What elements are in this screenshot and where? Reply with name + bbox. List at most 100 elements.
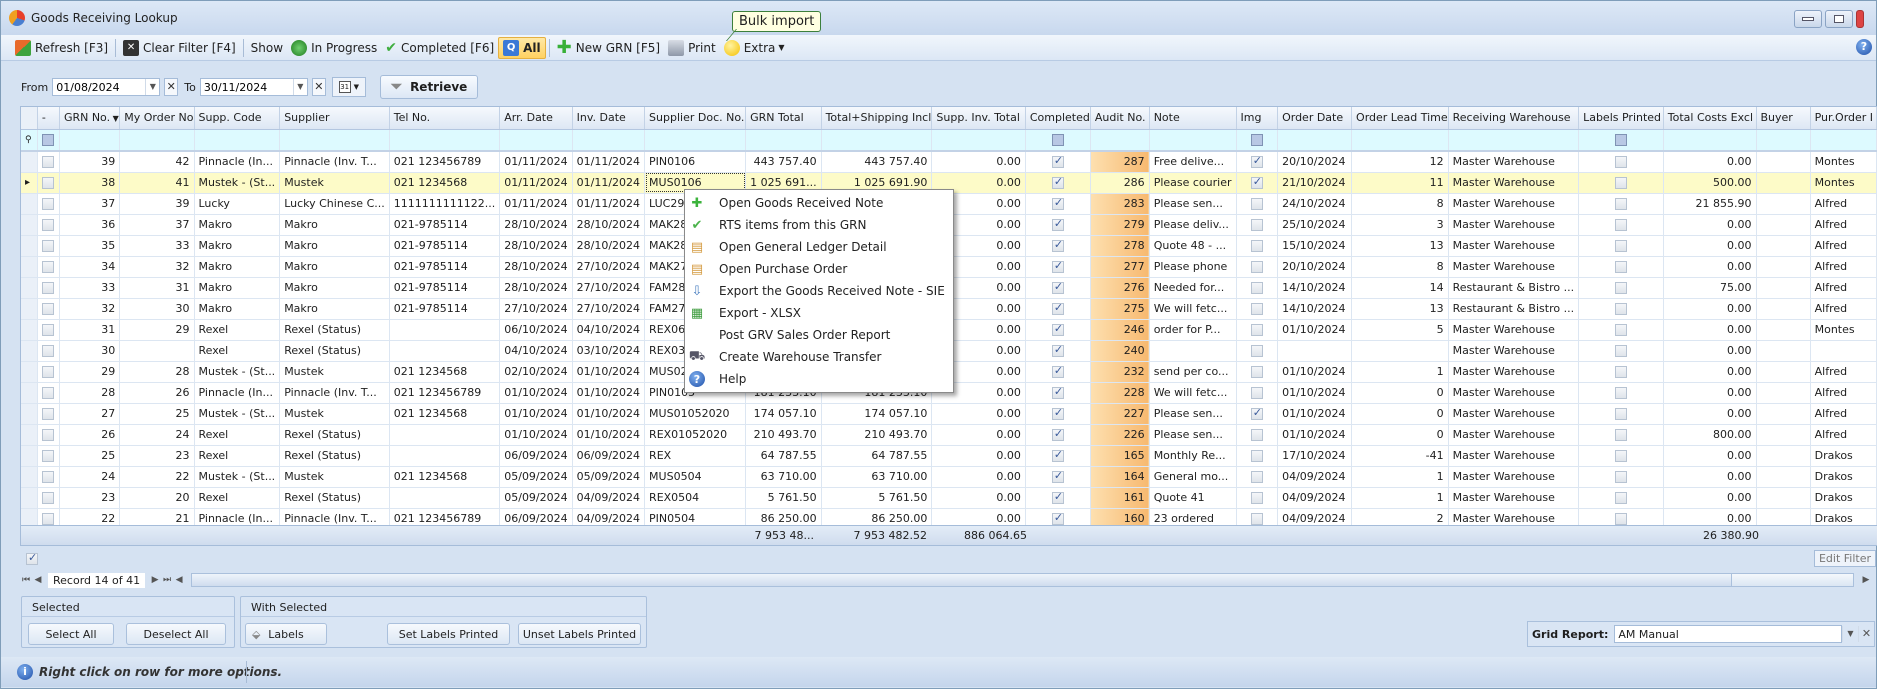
img-checkbox[interactable] xyxy=(1250,471,1263,483)
cell-img[interactable] xyxy=(1236,319,1279,341)
cell-grn[interactable]: 29 xyxy=(59,361,121,383)
cell-buyer[interactable] xyxy=(1756,298,1811,320)
row-select-checkbox[interactable] xyxy=(42,261,55,273)
row-select-checkbox[interactable] xyxy=(42,387,55,399)
cell-note[interactable]: Please sen... xyxy=(1149,403,1237,425)
filter-cell[interactable] xyxy=(499,129,573,152)
from-date-field[interactable]: ▼ xyxy=(52,78,161,96)
cell-arr[interactable]: 06/10/2024 xyxy=(499,319,573,341)
cell-arr[interactable]: 28/10/2024 xyxy=(499,277,573,299)
filter-checkbox[interactable] xyxy=(42,134,55,147)
cell-grn[interactable]: 35 xyxy=(59,235,121,257)
cell-completed[interactable] xyxy=(1025,382,1091,404)
cell-supp_inv[interactable]: 0.00 xyxy=(931,487,1026,509)
cell-tel[interactable] xyxy=(389,445,501,467)
filter-cell[interactable] xyxy=(1149,129,1237,152)
cell-supp_inv[interactable]: 0.00 xyxy=(931,424,1026,446)
cell-audit[interactable]: 278 xyxy=(1090,235,1150,257)
cell-lead[interactable]: 0 xyxy=(1351,382,1449,404)
minimize-button[interactable] xyxy=(1794,10,1822,28)
cell-note[interactable]: send per co... xyxy=(1149,361,1237,383)
cell-labels[interactable] xyxy=(1578,193,1664,215)
maximize-button[interactable] xyxy=(1825,10,1853,28)
cell-completed[interactable] xyxy=(1025,487,1091,509)
cell-img[interactable] xyxy=(1236,403,1279,425)
cell-total[interactable]: 443 757.40 xyxy=(745,151,822,173)
cell-order[interactable]: 28 xyxy=(119,361,195,383)
cell-lead[interactable] xyxy=(1351,340,1449,362)
cell-wh[interactable]: Master Warehouse xyxy=(1448,319,1580,341)
filter-cell[interactable] xyxy=(59,129,121,152)
cell-grn[interactable]: 28 xyxy=(59,382,121,404)
cell-po[interactable]: Alfred xyxy=(1810,277,1877,299)
cell-note[interactable]: Free delive... xyxy=(1149,151,1237,173)
filter-cell[interactable] xyxy=(1578,129,1664,152)
cell-wh[interactable]: Master Warehouse xyxy=(1448,256,1580,278)
cell-note[interactable]: Quote 41 xyxy=(1149,487,1237,509)
labels-checkbox[interactable] xyxy=(1614,303,1627,315)
filter-checkbox[interactable] xyxy=(1250,134,1263,147)
cell-po[interactable]: Drakos xyxy=(1810,445,1877,467)
cell-inv[interactable]: 28/10/2024 xyxy=(572,235,646,257)
labels-checkbox[interactable] xyxy=(1614,408,1627,420)
first-record-icon[interactable]: ⏮ xyxy=(20,575,32,585)
cell-order[interactable]: 30 xyxy=(119,298,195,320)
cell-tel[interactable]: 021-9785114 xyxy=(389,277,501,299)
cell-lead[interactable]: 8 xyxy=(1351,193,1449,215)
filter-cell[interactable] xyxy=(389,129,501,152)
labels-checkbox[interactable] xyxy=(1614,345,1627,357)
cell-costs[interactable]: 0.00 xyxy=(1663,151,1757,173)
select-all-button[interactable]: Select All xyxy=(28,623,114,645)
table-row[interactable]: 26 24 Rexel Rexel (Status) 01/10/2024 01/10/2… xyxy=(21,424,1877,446)
cell-order[interactable]: 24 xyxy=(119,424,195,446)
cell-labels[interactable] xyxy=(1578,151,1664,173)
cell-odate[interactable]: 04/09/2024 xyxy=(1277,487,1353,509)
cell-completed[interactable] xyxy=(1025,466,1091,488)
cell-supplier[interactable]: Makro xyxy=(279,256,390,278)
cell-note[interactable]: Please courier xyxy=(1149,172,1237,194)
filter-cell[interactable] xyxy=(37,129,60,152)
cell-completed[interactable] xyxy=(1025,319,1091,341)
cell-wh[interactable]: Master Warehouse xyxy=(1448,151,1580,173)
completed-checkbox[interactable] xyxy=(1051,364,1064,378)
chevron-down-icon[interactable]: ▼ xyxy=(145,79,159,95)
cell-completed[interactable] xyxy=(1025,361,1091,383)
cell-buyer[interactable] xyxy=(1756,424,1811,446)
cell-supplier[interactable]: Rexel (Status) xyxy=(279,340,390,362)
img-checkbox[interactable] xyxy=(1250,240,1263,252)
cell-grn[interactable]: 33 xyxy=(59,277,121,299)
cell-wh[interactable]: Master Warehouse xyxy=(1448,193,1580,215)
cell-buyer[interactable] xyxy=(1756,319,1811,341)
context-menu-item[interactable]: ▤ Open Purchase Order xyxy=(685,258,953,280)
cell-labels[interactable] xyxy=(1578,235,1664,257)
cell-odate[interactable]: 17/10/2024 xyxy=(1277,445,1353,467)
cell-odate[interactable]: 20/10/2024 xyxy=(1277,256,1353,278)
cell-lead[interactable]: 12 xyxy=(1351,151,1449,173)
cell-odate[interactable]: 04/09/2024 xyxy=(1277,466,1353,488)
completed-checkbox[interactable] xyxy=(1051,427,1064,441)
column-header[interactable]: Audit No. xyxy=(1090,107,1150,130)
cell-code[interactable]: Makro xyxy=(194,298,281,320)
filter-cell[interactable] xyxy=(1663,129,1757,152)
cell-order[interactable]: 41 xyxy=(119,172,195,194)
cell-costs[interactable]: 0.00 xyxy=(1663,340,1757,362)
cell-costs[interactable]: 21 855.90 xyxy=(1663,193,1757,215)
img-checkbox[interactable] xyxy=(1250,450,1263,462)
labels-checkbox[interactable] xyxy=(1614,219,1627,231)
cell-note[interactable]: Please sen... xyxy=(1149,424,1237,446)
cell-tel[interactable]: 021 123456789 xyxy=(389,151,501,173)
cell-ship[interactable]: 86 250.00 xyxy=(821,508,933,525)
labels-checkbox[interactable] xyxy=(1614,366,1627,378)
cell-completed[interactable] xyxy=(1025,445,1091,467)
cell-inv[interactable]: 06/09/2024 xyxy=(572,445,646,467)
completed-checkbox[interactable] xyxy=(1051,280,1064,294)
cell-arr[interactable]: 01/10/2024 xyxy=(499,403,573,425)
cell-audit[interactable]: 275 xyxy=(1090,298,1150,320)
cell-buyer[interactable] xyxy=(1756,508,1811,525)
labels-checkbox[interactable] xyxy=(1614,198,1627,210)
context-menu-item[interactable]: ? Help xyxy=(685,368,953,390)
cell-odate[interactable]: 21/10/2024 xyxy=(1277,172,1353,194)
cell-grn[interactable]: 27 xyxy=(59,403,121,425)
cell-po[interactable]: Alfred xyxy=(1810,298,1877,320)
img-checkbox[interactable] xyxy=(1250,261,1263,273)
